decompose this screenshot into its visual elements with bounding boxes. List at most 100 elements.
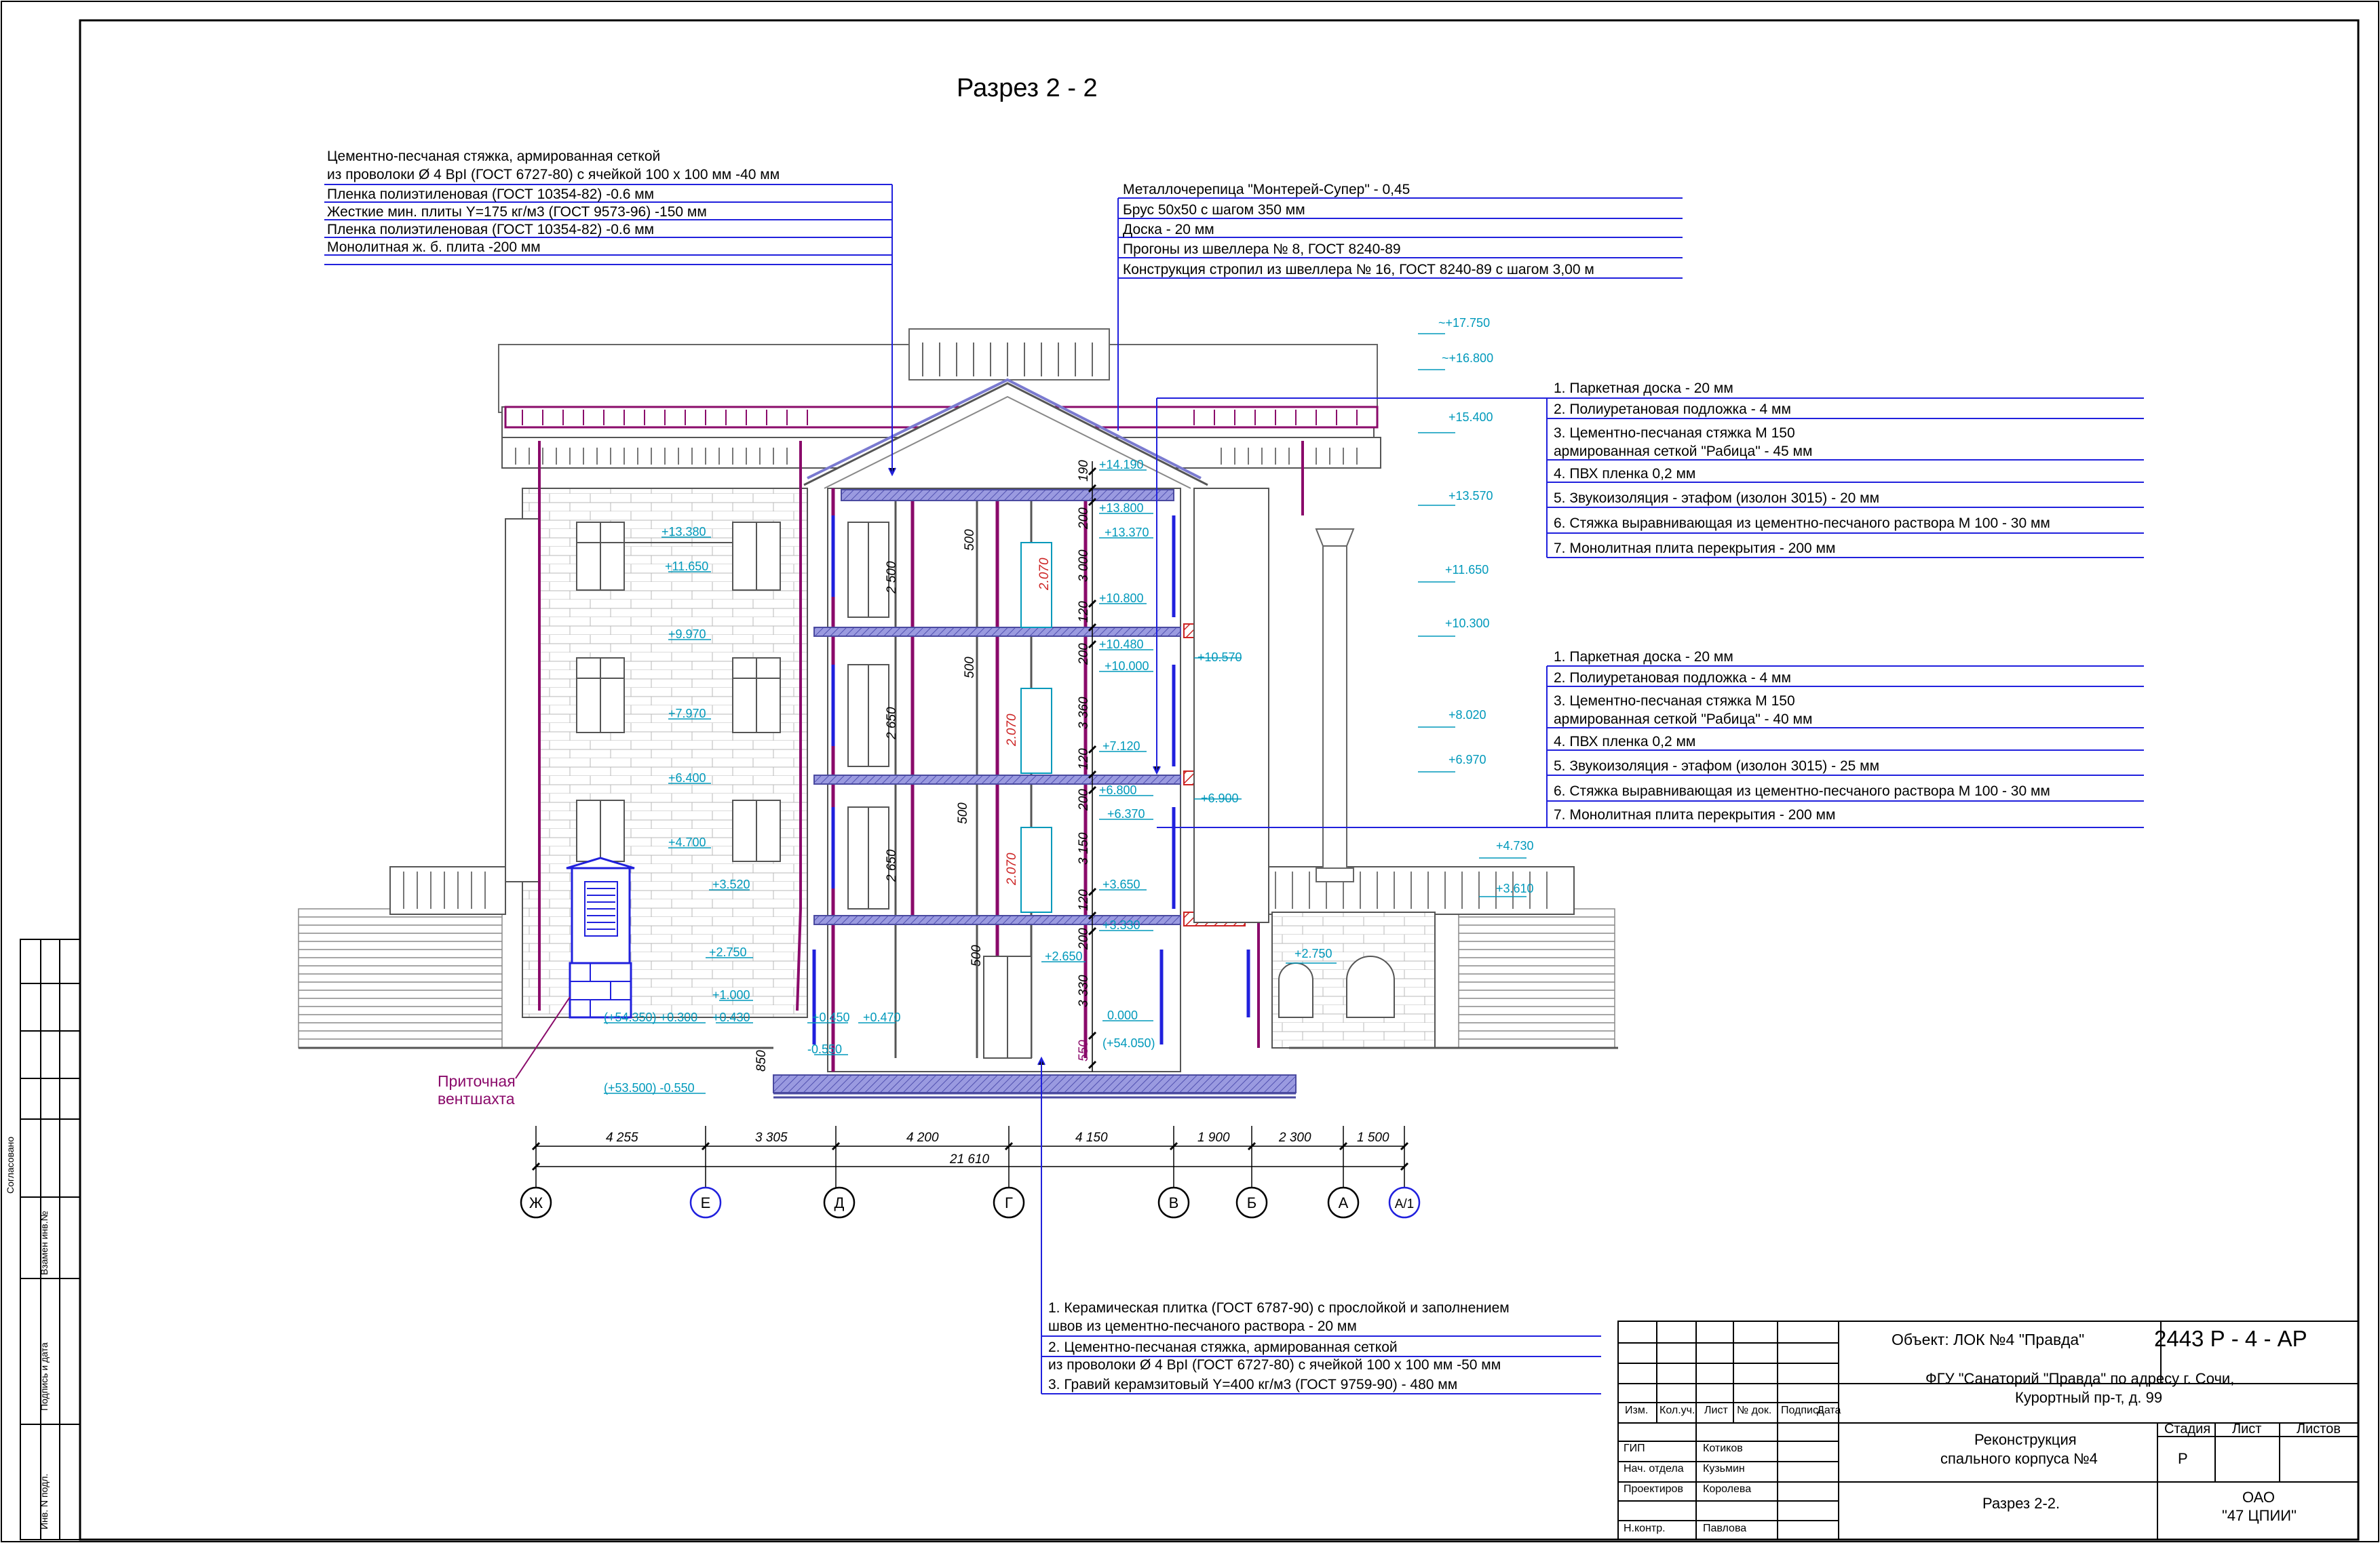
level-0470: +0.470 [863,1011,901,1024]
vdim-850: 850 [754,1050,769,1072]
ground-spec: 1. Керамическая плитка (ГОСТ 6787-90) с … [1048,1300,1510,1392]
level-10000: +10.000 [1105,659,1149,673]
grid-axis-labels: Ж Е Д Г В Б А А/1 [529,1194,1414,1211]
level-3610: +3.610 [1496,882,1534,895]
drawing-sheet: Согласовано Взамен инв.№ Подпись и дата … [1,1,2379,1542]
level-13370: +13.370 [1105,526,1149,539]
stamp-role-designer: Проектиров [1624,1483,1683,1495]
level-15400: +15.400 [1448,410,1493,424]
vdim-2650-b: 2 650 [885,849,899,882]
side-stamp [20,939,81,1540]
roof-right-line-2: Брус 50х50 с шагом 350 мм [1123,202,1305,218]
level-3330: +3.330 [1102,918,1140,932]
building-section [298,328,1618,1099]
level-54050: (+54.050) [1102,1036,1155,1050]
level-6800: +6.800 [1099,783,1137,797]
stamp-name-3: Королева [1703,1483,1751,1495]
stamp-drawing-name: Разрез 2-2. [1982,1495,2060,1512]
stamp-org-line-2: Курортный пр-т, д. 99 [2015,1389,2162,1406]
stamp-col-list: Лист [1704,1405,1728,1416]
vdim-200-c: 200 [1077,789,1091,811]
vdim-120-c: 120 [1077,889,1091,911]
stamp-code: 2443 Р - 4 - АР [2154,1326,2307,1351]
stamp-org-line-1: ФГУ "Санаторий "Правда" по адресу г. Соч… [1925,1370,2234,1387]
side-label-signature: Подпись и дата [39,1342,50,1411]
upper-floor-line-3: 3. Цементно-песчаная стяжка М 150 [1554,425,1795,441]
section-title: Разрез 2 - 2 [957,74,1098,102]
level-6900: +6.900 [1201,792,1239,805]
vdim-500-d: 500 [970,945,984,966]
level-0000: 0.000 [1107,1009,1138,1022]
stamp-name-4: Павлова [1703,1523,1746,1534]
stamp-name-1: Котиков [1703,1443,1743,1454]
vdim-2650-a: 2 650 [885,707,899,740]
stamp-project-line-1: Реконструкция [1974,1431,2077,1448]
dim-e-d: 3 305 [755,1131,788,1145]
level-11650: +11.650 [665,560,708,573]
left-terrace-balustrade [389,866,506,915]
vdim-3150: 3 150 [1077,832,1091,865]
level-neg0550: -0.550 [807,1042,842,1056]
stamp-role-gip: ГИП [1624,1443,1645,1454]
level-0300: (+54.350) +0.300 [604,1011,697,1024]
vdim-500-a: 500 [963,529,977,551]
upper-floor-line-1: 1. Паркетная доска - 20 мм [1554,380,1733,396]
level-4730: +4.730 [1496,839,1534,853]
floor-spec-lower: 1. Паркетная доска - 20 мм 2. Полиуретан… [1554,649,2050,823]
lower-floor-line-3: 3. Цементно-песчаная стяжка М 150 [1554,693,1795,709]
lower-floor-line-1: 1. Паркетная доска - 20 мм [1554,649,1733,665]
right-columns [1315,528,1355,882]
side-label-inventory: Инв. N подл. [39,1474,50,1529]
axis-e: Е [701,1194,711,1211]
upper-floor-line-5: 4. ПВХ пленка 0,2 мм [1554,466,1695,482]
roof-left-line-2: из проволоки Ø 4 ВрI (ГОСТ 6727-80) с яч… [327,167,780,182]
ground-line-5: 3. Гравий керамзитовый Y=400 кг/м3 (ГОСТ… [1048,1377,1457,1392]
right-arch-window [1346,956,1395,1018]
vdim-550: 550 [1077,1040,1091,1061]
dim-total: 21 610 [949,1152,990,1167]
stamp-col-doc: № док. [1737,1405,1771,1416]
title-block: Изм. Кол.уч. Лист № док. Подпись Дата ГИ… [1624,1326,2341,1534]
level-3650: +3.650 [1102,878,1140,891]
stamp-role-head: Нач. отдела [1624,1463,1684,1474]
upper-floor-line-2: 2. Полиуретановая подложка - 4 мм [1554,402,1791,417]
level-9970: +9.970 [668,627,706,641]
side-label-agreed: Согласовано [5,1137,16,1194]
level-13800: +13.800 [1099,501,1144,515]
level-2650: +2.650 [1045,950,1083,963]
lower-floor-line-7: 6. Стяжка выравнивающая из цементно-песч… [1554,783,2050,799]
level-3520: +3.520 [712,878,750,891]
foundation-blue [773,1092,1296,1099]
upper-floor-line-4: армированная сеткой "Рабица" - 45 мм [1554,444,1812,459]
roof-right-line-5: Конструкция стропил из швеллера № 16, ГО… [1123,262,1594,277]
axis-b: Б [1247,1194,1256,1211]
level-14190: +14.190 [1099,458,1144,471]
vdim-3000: 3 000 [1077,549,1091,582]
floor-spec-upper: 1. Паркетная доска - 20 мм 2. Полиуретан… [1554,380,2050,556]
vdim-200-b: 200 [1077,643,1091,665]
ground-line-3: 2. Цементно-песчаная стяжка, армированна… [1048,1340,1398,1355]
roof-left-line-4: Жесткие мин. плиты Y=175 кг/м3 (ГОСТ 957… [327,204,707,220]
roof-right-line-4: Прогоны из швеллера № 8, ГОСТ 8240-89 [1123,241,1401,257]
roof-left-line-1: Цементно-песчаная стяжка, армированная с… [327,149,660,164]
stamp-company-line-1: ОАО [2242,1489,2275,1506]
stamp-project-line-2: спального корпуса №4 [1940,1450,2098,1467]
left-stairs [298,908,503,1049]
vdim-500-b: 500 [963,657,977,678]
vdim-2070-c: 2.070 [1005,853,1019,886]
level-0450: +0.450 [812,1011,850,1024]
level-8020: +8.020 [1448,708,1486,722]
stamp-object: Объект: ЛОК №4 "Правда" [1892,1331,2084,1348]
level-13570: +13.570 [1448,489,1493,503]
vdim-120-b: 120 [1077,748,1091,770]
level-7120: +7.120 [1102,739,1140,753]
dim-a-a1: 1 500 [1357,1131,1389,1145]
roof-right-line-3: Доска - 20 мм [1123,222,1214,237]
ground-line-2: швов из цементно-песчаного раствора - 20… [1048,1319,1357,1334]
dim-d-g: 4 200 [906,1131,939,1145]
side-label-replace: Взамен инв.№ [39,1211,50,1275]
stamp-sheet-header: Лист [2232,1422,2261,1437]
level-neg0550-left: (+53.500) -0.550 [604,1081,695,1095]
axis-g: Г [1005,1194,1013,1211]
upper-floor-line-8: 7. Монолитная плита перекрытия - 200 мм [1554,541,1835,556]
